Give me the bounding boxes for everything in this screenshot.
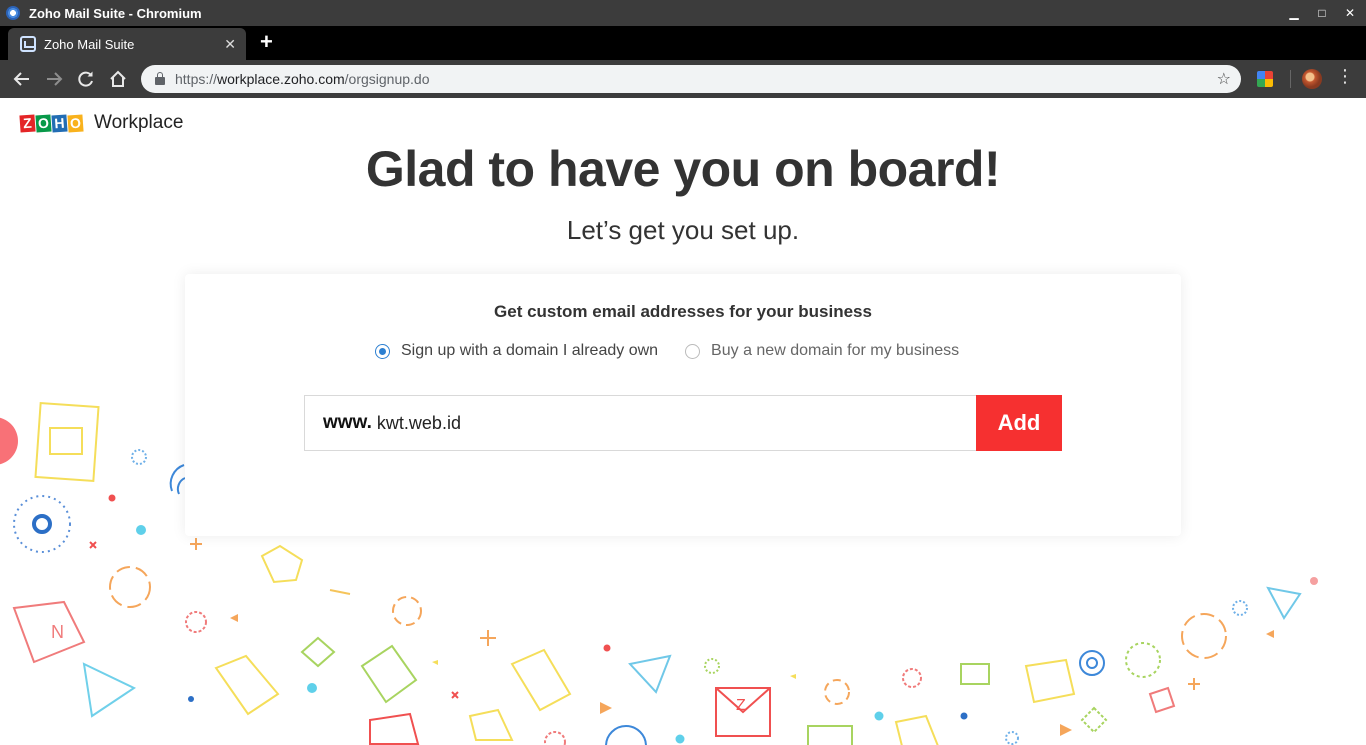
option-own-domain-label: Sign up with a domain I already own [401, 342, 659, 359]
page-content: N Z Z O H O Workplace Glad to have you o… [0, 98, 1366, 745]
toolbar-divider [1290, 70, 1291, 88]
radio-selected[interactable] [375, 343, 390, 359]
browser-menu-icon[interactable]: ⋮ [1336, 66, 1354, 87]
tab-title: Zoho Mail Suite [44, 36, 135, 52]
domain-setup-card: Get custom email addresses for your busi… [185, 274, 1181, 536]
chromium-icon [6, 6, 20, 20]
page-subheadline: Let’s get you set up. [566, 215, 800, 245]
zoho-workplace-logo[interactable]: Z O H O Workplace [19, 112, 184, 134]
browser-toolbar: https://workplace.zoho.com/orgsignup.do … [0, 60, 1366, 98]
tab-strip: Zoho Mail Suite ✕ + [0, 26, 1366, 60]
forward-icon[interactable] [43, 68, 65, 90]
mail-favicon-icon [20, 36, 36, 52]
new-tab-icon[interactable]: + [260, 30, 273, 54]
card-title: Get custom email addresses for your busi… [494, 302, 872, 321]
tab-zoho-mail-suite[interactable]: Zoho Mail Suite ✕ [8, 28, 246, 60]
domain-options: Sign up with a domain I already own Buy … [375, 342, 959, 360]
window-title: Zoho Mail Suite - Chromium [29, 5, 202, 21]
address-bar[interactable]: https://workplace.zoho.com/orgsignup.do … [141, 65, 1241, 93]
back-icon[interactable] [11, 68, 33, 90]
profile-avatar[interactable] [1302, 69, 1322, 89]
home-icon[interactable] [107, 68, 129, 90]
add-domain-button[interactable]: Add [976, 395, 1062, 451]
svg-text:Z: Z [736, 697, 746, 714]
bookmark-star-icon[interactable]: ☆ [1217, 69, 1231, 89]
option-buy-domain[interactable]: Buy a new domain for my business [685, 342, 959, 360]
domain-field[interactable]: www. [304, 395, 976, 451]
window-titlebar: Zoho Mail Suite - Chromium ▁ □ ✕ [0, 0, 1366, 26]
option-own-domain[interactable]: Sign up with a domain I already own [375, 342, 658, 360]
svg-text:N: N [51, 622, 64, 642]
extension-icon[interactable] [1257, 71, 1273, 87]
domain-input[interactable] [376, 412, 937, 434]
tab-close-icon[interactable]: ✕ [224, 36, 236, 53]
radio-unselected[interactable] [685, 343, 701, 359]
reload-icon[interactable] [75, 68, 97, 90]
window-controls: ▁ □ ✕ [1288, 0, 1356, 26]
url-text[interactable]: https://workplace.zoho.com/orgsignup.do [175, 71, 430, 87]
page-headline: Glad to have you on board! [365, 141, 1001, 197]
option-buy-domain-label: Buy a new domain for my business [711, 342, 960, 359]
product-name: Workplace [94, 112, 184, 133]
zoho-logo-mark: Z O H O [19, 113, 84, 133]
maximize-icon[interactable]: □ [1316, 7, 1328, 19]
close-icon[interactable]: ✕ [1344, 7, 1356, 19]
lock-icon[interactable] [155, 72, 165, 85]
minimize-icon[interactable]: ▁ [1288, 7, 1300, 19]
domain-prefix: www. [323, 412, 372, 433]
